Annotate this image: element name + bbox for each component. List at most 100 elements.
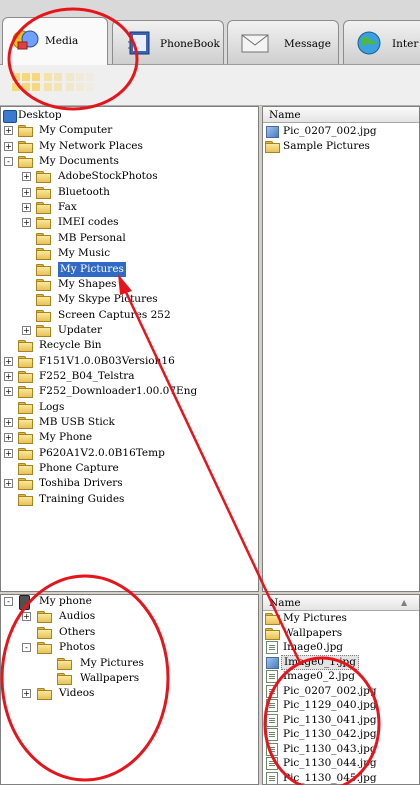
tree-item[interactable]: MB Personal xyxy=(1,231,256,246)
tree-item-label: Fax xyxy=(58,201,77,214)
phonebook-icon xyxy=(128,31,150,55)
expand-icon[interactable]: + xyxy=(4,418,13,427)
phone-file-list[interactable]: Name ▲ My Pictures Wallpapers Image0.jpg Im… xyxy=(262,594,420,785)
list-item[interactable]: Pic_0207_002.jpg xyxy=(263,684,419,699)
tree-item[interactable]: + IMEI codes xyxy=(1,215,256,230)
list-item[interactable]: Wallpapers xyxy=(263,626,419,641)
tree-item[interactable]: + P620A1V2.0.0B16Temp xyxy=(1,446,256,461)
tree-item[interactable]: + F252_B04_Telstra xyxy=(1,369,256,384)
expand-icon[interactable]: + xyxy=(4,371,13,381)
collapse-icon[interactable]: - xyxy=(4,597,13,606)
file-icon xyxy=(266,713,278,727)
file-icon xyxy=(266,771,278,784)
tree-item-desktop[interactable]: Desktop xyxy=(1,108,251,123)
expand-icon[interactable]: + xyxy=(22,187,31,197)
tree-item[interactable]: My Pictures xyxy=(1,261,256,277)
phone-list-header-name[interactable]: Name ▲ xyxy=(263,595,419,611)
expand-icon[interactable]: + xyxy=(4,448,13,458)
folder-icon xyxy=(18,401,33,414)
list-item[interactable]: Pic_1129_040.jpg xyxy=(263,698,419,713)
tree-item[interactable]: + F151V1.0.0B03Version16 xyxy=(1,354,256,369)
tab-media[interactable]: Media xyxy=(2,17,108,65)
list-item[interactable]: Pic_0207_002.jpg xyxy=(263,124,419,139)
expand-icon[interactable]: + xyxy=(22,203,31,213)
list-item-label: Pic_1130_045.jpg xyxy=(283,771,377,784)
tab-phonebook[interactable]: PhoneBook xyxy=(112,20,224,64)
tree-item[interactable]: + Bluetooth xyxy=(1,185,256,200)
tree-item[interactable]: + My Phone xyxy=(1,430,256,445)
expand-icon[interactable]: + xyxy=(22,172,31,182)
list-item[interactable]: Pic_1130_041.jpg xyxy=(263,713,419,728)
list-item[interactable]: Image0_2.jpg xyxy=(263,669,419,684)
expand-icon[interactable]: + xyxy=(4,126,13,136)
expand-icon[interactable]: + xyxy=(22,612,31,622)
folder-icon xyxy=(37,642,52,655)
tree-item[interactable]: My Skype Pictures xyxy=(1,292,256,307)
tab-internet[interactable]: Inter xyxy=(343,20,420,64)
folder-icon xyxy=(265,613,280,625)
list-item[interactable]: Sample Pictures xyxy=(263,139,419,154)
list-item-label: Wallpapers xyxy=(283,626,343,639)
pc-list-header-name[interactable]: Name xyxy=(263,107,419,123)
folder-icon xyxy=(36,232,51,245)
collapse-icon[interactable]: - xyxy=(4,157,13,167)
folder-icon xyxy=(265,627,280,640)
tree-item[interactable]: + Updater xyxy=(1,323,256,338)
expand-icon[interactable]: + xyxy=(4,387,13,397)
tree-item[interactable]: My Shapes xyxy=(1,277,256,292)
folder-icon xyxy=(37,611,52,624)
list-item[interactable]: Pic_1130_042.jpg xyxy=(263,727,419,742)
tree-item[interactable]: Training Guides xyxy=(1,492,256,507)
expand-icon[interactable]: + xyxy=(22,325,31,335)
collapse-icon[interactable]: - xyxy=(22,643,31,653)
folder-icon xyxy=(18,355,33,368)
expand-icon[interactable]: + xyxy=(22,218,31,228)
phone-folder-tree[interactable]: - My phone + Audios Others - Photos My Pictures… xyxy=(0,594,259,785)
tree-item[interactable]: Wallpapers xyxy=(1,671,251,686)
tree-item[interactable]: + My Computer xyxy=(1,123,256,138)
tree-item[interactable]: My Music xyxy=(1,246,256,261)
pc-folder-tree[interactable]: Desktop + My Computer + My Network Places - My… xyxy=(0,106,259,592)
pc-file-list[interactable]: Name Pic_0207_002.jpg Sample Pictures xyxy=(262,106,420,592)
tree-item[interactable]: Phone Capture xyxy=(1,461,256,476)
tree-item[interactable]: + F252_Downloader1.00.07Eng xyxy=(1,384,256,399)
tree-item[interactable]: Screen Captures 252 xyxy=(1,308,256,323)
tree-item[interactable]: + Fax xyxy=(1,200,256,215)
tree-item[interactable]: + MB USB Stick xyxy=(1,415,256,430)
tree-item-label: My Network Places xyxy=(39,139,143,152)
expand-icon[interactable]: + xyxy=(4,433,13,443)
list-item[interactable]: Image0.jpg xyxy=(263,640,419,655)
list-item[interactable]: My Pictures xyxy=(263,611,419,626)
tree-item-label: Recycle Bin xyxy=(39,339,102,352)
folder-icon xyxy=(37,626,52,639)
tree-item[interactable]: - Photos xyxy=(1,640,251,655)
tree-item-label: F252_Downloader1.00.07Eng xyxy=(39,385,198,398)
desktop-icon xyxy=(3,110,17,123)
expand-icon[interactable]: + xyxy=(4,356,13,366)
tree-item[interactable]: + Toshiba Drivers xyxy=(1,476,256,491)
tree-item-label: Photos xyxy=(59,641,96,654)
list-item[interactable]: Image0_1.jpg xyxy=(263,654,419,670)
list-item[interactable]: Pic_1130_043.jpg xyxy=(263,742,419,757)
list-item[interactable]: Pic_1130_044.jpg xyxy=(263,756,419,771)
tree-item-label: Toshiba Drivers xyxy=(39,477,123,490)
tree-item[interactable]: + Audios xyxy=(1,609,251,624)
tree-item[interactable]: Others xyxy=(1,625,251,640)
expand-icon[interactable]: + xyxy=(22,689,31,699)
tree-item[interactable]: Logs xyxy=(1,400,256,415)
list-item[interactable]: Pic_1130_045.jpg xyxy=(263,771,419,784)
computer-icon xyxy=(18,125,33,138)
list-item-label: Pic_1130_044.jpg xyxy=(283,757,377,769)
tree-item[interactable]: + Videos xyxy=(1,686,251,701)
tree-item[interactable]: My Pictures xyxy=(1,656,251,671)
tree-item[interactable]: Recycle Bin xyxy=(1,338,256,353)
tree-item-my-phone[interactable]: - My phone xyxy=(1,595,251,610)
expand-icon[interactable]: + xyxy=(4,479,13,489)
tree-item[interactable]: - My Documents xyxy=(1,154,256,169)
tree-item[interactable]: + My Network Places xyxy=(1,139,256,154)
tree-item-label: Screen Captures 252 xyxy=(58,308,171,321)
file-icon xyxy=(266,699,278,712)
expand-icon[interactable]: + xyxy=(4,141,13,151)
tab-message[interactable]: Message xyxy=(227,20,339,64)
tree-item[interactable]: + AdobeStockPhotos xyxy=(1,169,256,184)
